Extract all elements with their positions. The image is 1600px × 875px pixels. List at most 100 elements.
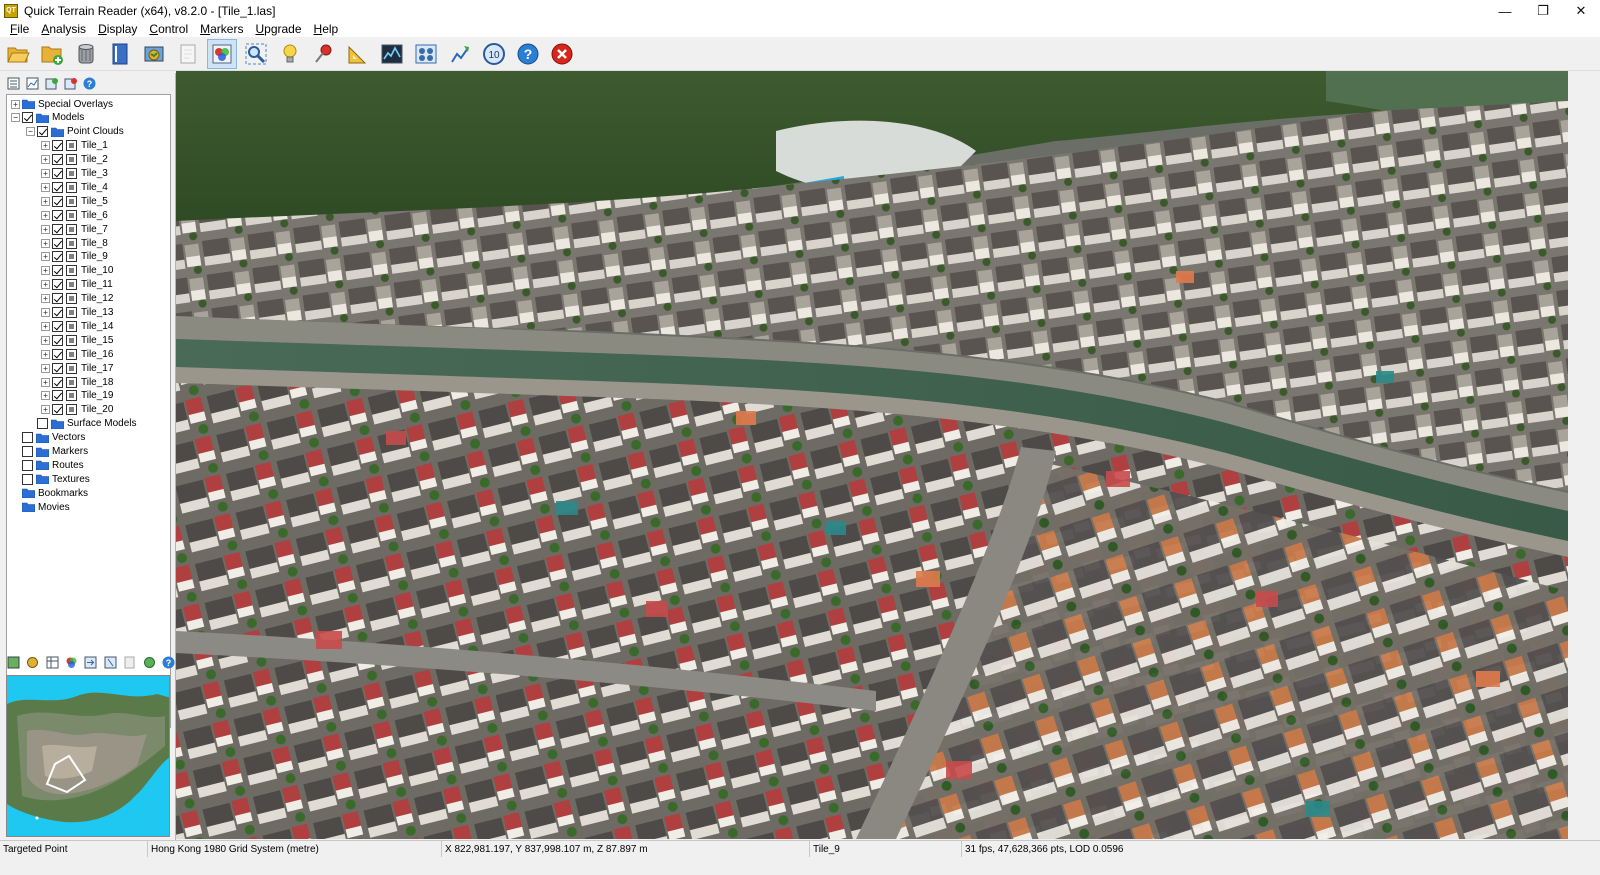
tree-item-tile[interactable]: + Tile_19 xyxy=(41,389,113,403)
book-button[interactable] xyxy=(105,39,135,69)
minimap-tool-1[interactable] xyxy=(6,655,20,670)
visibility-checkbox[interactable] xyxy=(52,265,63,277)
expand-icon[interactable]: + xyxy=(41,238,50,248)
grid-view-button[interactable] xyxy=(411,39,441,69)
minimap-tool-3[interactable] xyxy=(45,655,59,670)
menu-markers[interactable]: Markers xyxy=(194,22,249,36)
visibility-checkbox[interactable] xyxy=(22,473,33,485)
visibility-checkbox[interactable] xyxy=(22,112,33,124)
expand-icon[interactable]: + xyxy=(41,141,50,151)
tree-item-bookmarks[interactable]: Bookmarks xyxy=(11,486,88,500)
exit-button[interactable] xyxy=(547,39,577,69)
tree-item-tile[interactable]: + Tile_14 xyxy=(41,319,113,333)
minimap-tool-6[interactable] xyxy=(103,655,117,670)
tree-item-tile[interactable]: + Tile_6 xyxy=(41,208,108,222)
zoom-extent-button[interactable] xyxy=(241,39,271,69)
visibility-checkbox[interactable] xyxy=(52,223,63,235)
blank-page-button[interactable] xyxy=(173,39,203,69)
visibility-checkbox[interactable] xyxy=(22,432,33,444)
minimap-tool-8[interactable] xyxy=(142,655,156,670)
tree-item-tile[interactable]: + Tile_16 xyxy=(41,347,113,361)
help-button[interactable]: ? xyxy=(513,39,543,69)
visibility-checkbox[interactable] xyxy=(52,168,63,179)
minimap-help-button[interactable]: ? xyxy=(162,655,176,670)
visibility-checkbox[interactable] xyxy=(52,362,63,374)
expand-icon[interactable]: + xyxy=(41,210,50,220)
tree-view-button[interactable] xyxy=(6,76,21,91)
export-button[interactable] xyxy=(445,39,475,69)
database-button[interactable] xyxy=(71,39,101,69)
chart-view-button[interactable] xyxy=(25,76,40,91)
tree-item-models[interactable]: − Models xyxy=(11,111,84,125)
tree-item-tile[interactable]: + Tile_15 xyxy=(41,333,113,347)
tree-item-tile[interactable]: + Tile_13 xyxy=(41,306,113,320)
tree-item-tile[interactable]: + Tile_1 xyxy=(41,139,108,153)
tree-item-vectors[interactable]: Vectors xyxy=(11,431,85,445)
visibility-checkbox[interactable] xyxy=(22,446,33,457)
collapse-icon[interactable]: − xyxy=(26,127,35,137)
visibility-checkbox[interactable] xyxy=(22,459,33,471)
tree-help-button[interactable]: ? xyxy=(82,76,97,91)
collapse-icon[interactable]: − xyxy=(11,113,20,123)
visibility-checkbox[interactable] xyxy=(52,251,63,263)
minimap-tool-2[interactable] xyxy=(25,655,39,670)
tree-item-tile[interactable]: + Tile_5 xyxy=(41,194,108,208)
minimap-tool-4[interactable] xyxy=(64,655,78,670)
tree-item-special-overlays[interactable]: + Special Overlays xyxy=(11,97,113,111)
tree-item-tile[interactable]: + Tile_11 xyxy=(41,278,113,292)
tree-item-surface-models[interactable]: Surface Models xyxy=(26,417,136,431)
tree-item-tile[interactable]: + Tile_3 xyxy=(41,167,108,181)
expand-icon[interactable]: + xyxy=(41,363,50,373)
remove-item-button[interactable] xyxy=(63,76,78,91)
pushpin-button[interactable] xyxy=(309,39,339,69)
close-button[interactable]: ✕ xyxy=(1562,0,1600,22)
tree-item-tile[interactable]: + Tile_2 xyxy=(41,153,108,167)
restore-button[interactable]: ❐ xyxy=(1524,0,1562,22)
visibility-checkbox[interactable] xyxy=(37,418,48,430)
3d-viewport[interactable] xyxy=(176,71,1568,839)
expand-icon[interactable]: + xyxy=(41,335,50,345)
visibility-checkbox[interactable] xyxy=(52,195,63,207)
expand-icon[interactable]: + xyxy=(41,266,50,276)
tree-item-markers[interactable]: Markers xyxy=(11,445,88,459)
expand-icon[interactable]: + xyxy=(41,280,50,290)
visibility-checkbox[interactable] xyxy=(52,181,63,193)
expand-icon[interactable]: + xyxy=(41,308,50,317)
expand-icon[interactable]: + xyxy=(41,224,50,234)
expand-icon[interactable]: + xyxy=(11,99,20,109)
visibility-checkbox[interactable] xyxy=(52,140,63,152)
visibility-checkbox[interactable] xyxy=(52,404,63,416)
expand-icon[interactable]: + xyxy=(41,405,50,415)
expand-icon[interactable]: + xyxy=(41,349,50,359)
expand-icon[interactable]: + xyxy=(41,196,50,206)
minimize-button[interactable]: — xyxy=(1486,0,1524,22)
visibility-checkbox[interactable] xyxy=(37,126,48,138)
visibility-checkbox[interactable] xyxy=(52,390,63,402)
menu-help[interactable]: Help xyxy=(308,22,345,36)
menu-upgrade[interactable]: Upgrade xyxy=(249,22,307,36)
visibility-checkbox[interactable] xyxy=(52,237,63,249)
tree-item-tile[interactable]: + Tile_9 xyxy=(41,250,108,264)
color-points-button[interactable] xyxy=(207,38,237,69)
visibility-checkbox[interactable] xyxy=(52,293,63,305)
expand-icon[interactable]: + xyxy=(41,155,50,165)
add-folder-button[interactable] xyxy=(37,39,67,69)
minimap-tool-5[interactable] xyxy=(84,655,98,670)
visibility-checkbox[interactable] xyxy=(52,279,63,291)
tree-item-tile[interactable]: + Tile_12 xyxy=(41,292,113,306)
tree-item-movies[interactable]: Movies xyxy=(11,500,70,514)
measure-button[interactable] xyxy=(343,39,373,69)
visibility-checkbox[interactable] xyxy=(52,209,63,221)
expand-icon[interactable]: + xyxy=(41,377,50,387)
minimap-tool-7[interactable] xyxy=(123,655,137,670)
visibility-checkbox[interactable] xyxy=(52,154,63,166)
tree-item-tile[interactable]: + Tile_17 xyxy=(41,361,113,375)
visibility-checkbox[interactable] xyxy=(52,348,63,360)
visibility-checkbox[interactable] xyxy=(52,376,63,388)
lighting-button[interactable] xyxy=(275,39,305,69)
map-layers-button[interactable] xyxy=(139,39,169,69)
profile-button[interactable] xyxy=(377,39,407,69)
tree-item-tile[interactable]: + Tile_8 xyxy=(41,236,108,250)
expand-icon[interactable]: + xyxy=(41,169,50,178)
menu-file[interactable]: File xyxy=(4,22,35,36)
